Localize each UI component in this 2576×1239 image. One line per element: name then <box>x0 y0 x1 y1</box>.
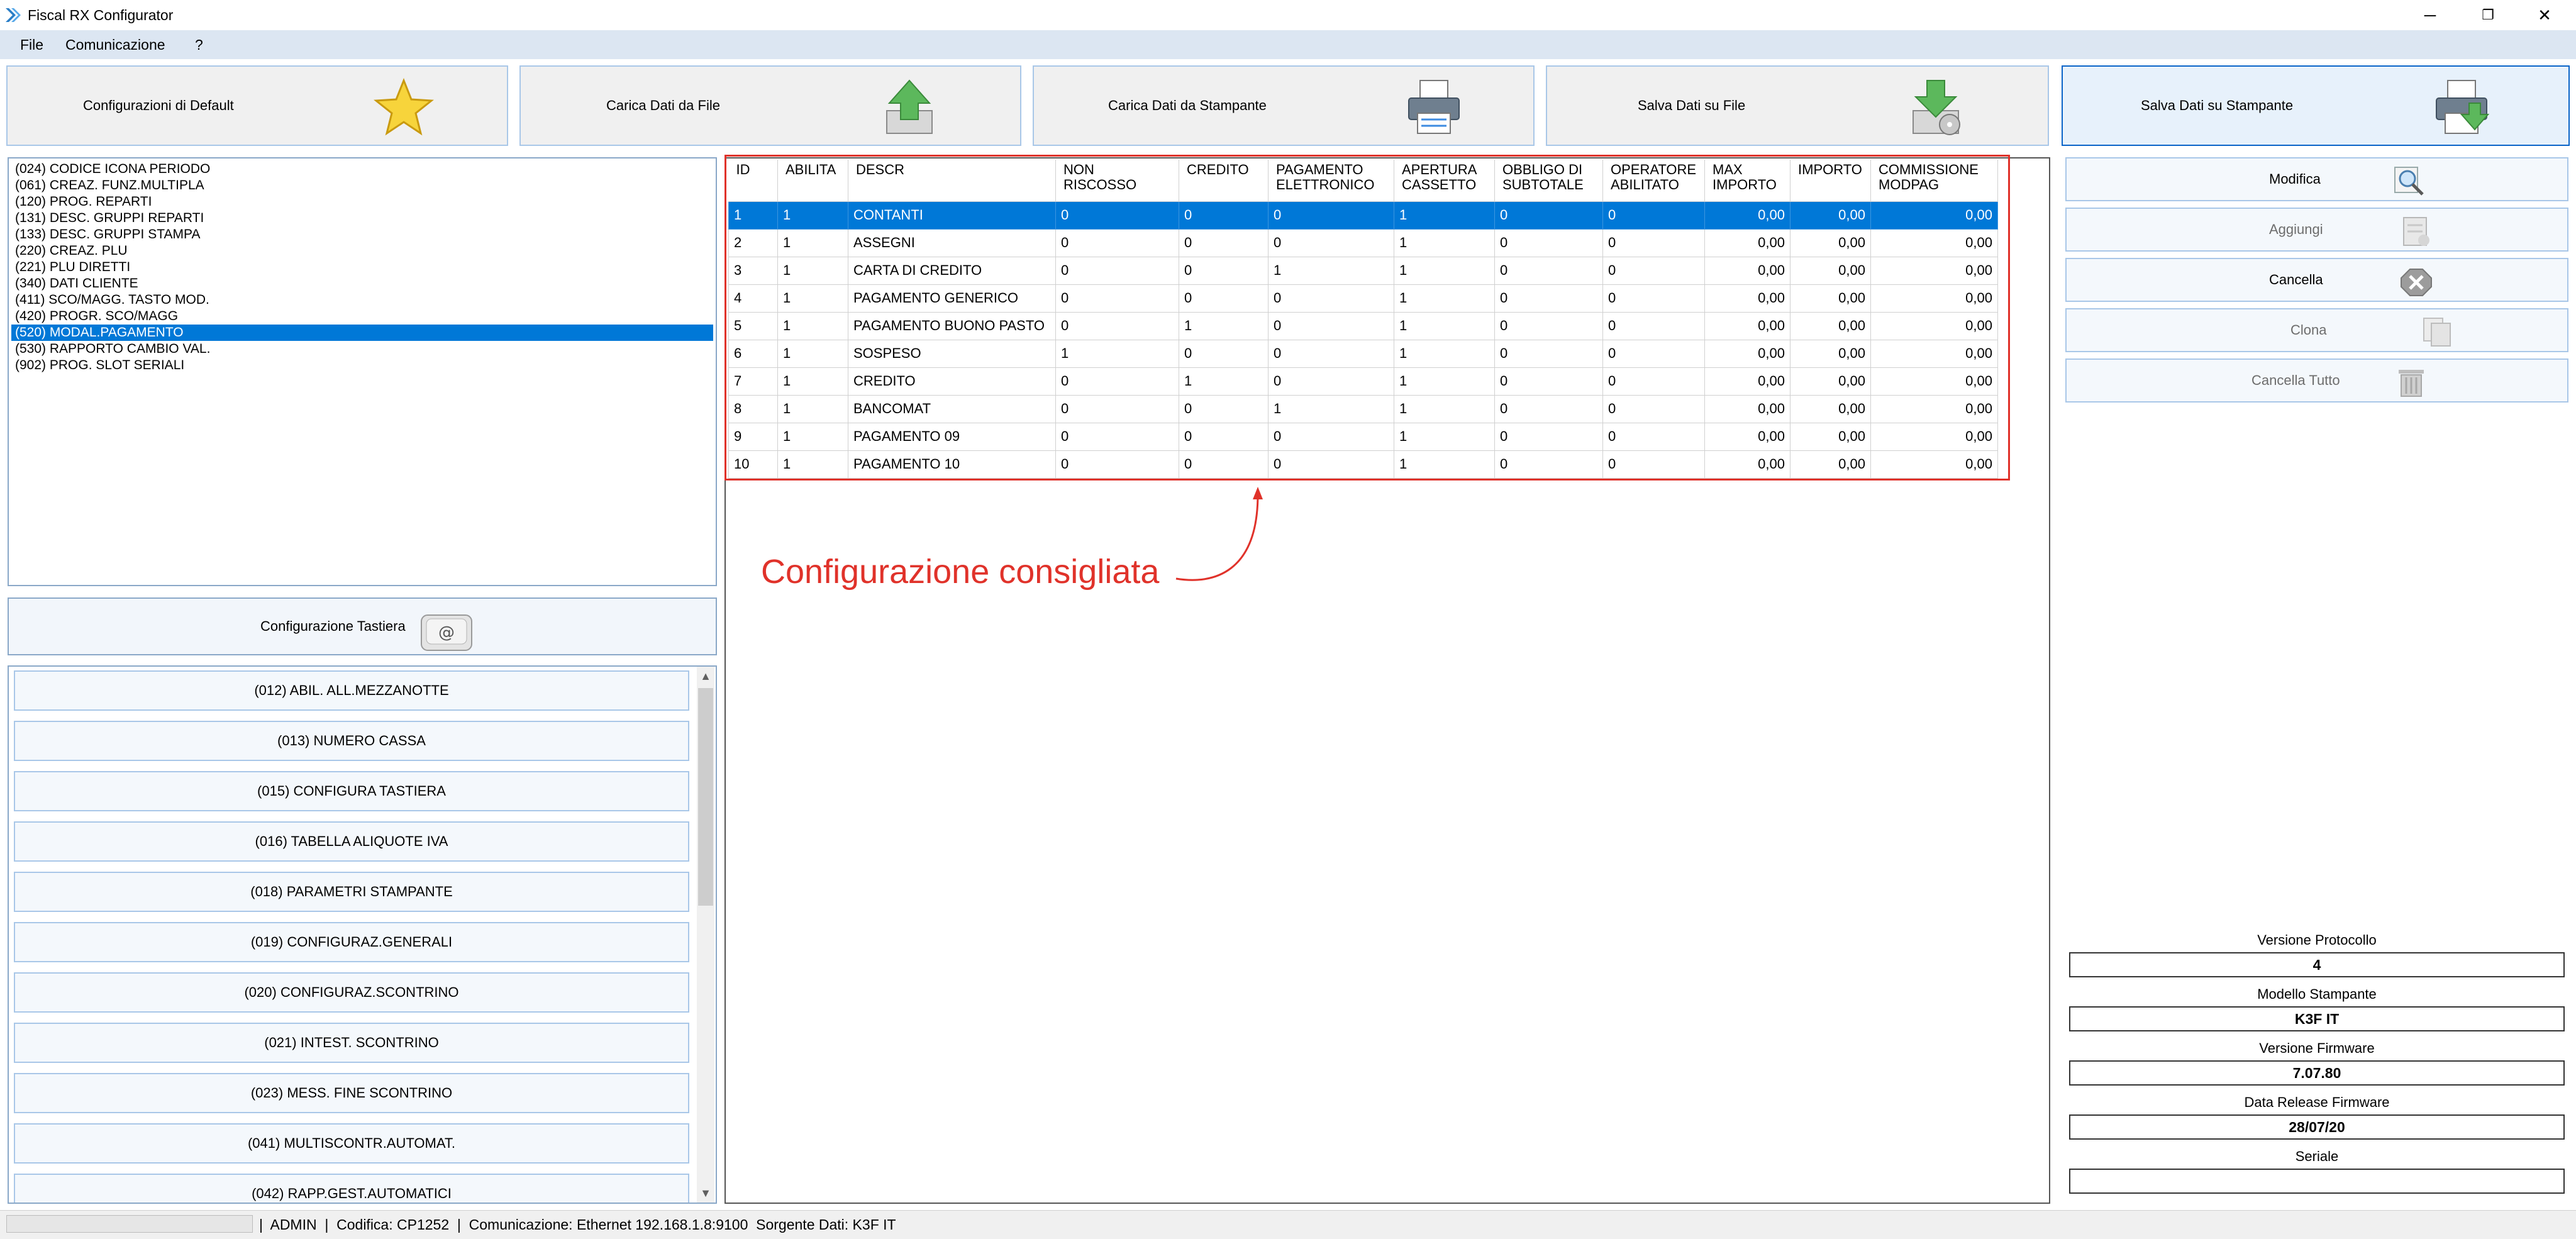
list-item[interactable]: (340) DATI CLIENTE <box>11 275 713 292</box>
delete-button[interactable]: Cancella <box>2065 258 2568 302</box>
save-disk-icon <box>1913 80 1960 135</box>
clone-documents-icon <box>2420 316 2455 348</box>
firmware-release-date-label: Data Release Firmware <box>2244 1094 2390 1110</box>
menu-bar <box>0 30 2576 59</box>
printer-model-field: K3F IT <box>2069 1006 2565 1031</box>
command-button[interactable]: (020) CONFIGURAZ.SCONTRINO <box>14 972 689 1013</box>
list-item[interactable]: (520) MODAL.PAGAMENTO <box>11 325 713 341</box>
command-button[interactable]: (015) CONFIGURA TASTIERA <box>14 771 689 811</box>
keyboard-key-icon: @ <box>421 614 472 651</box>
save-to-file-label: Salva Dati su File <box>1638 97 1746 113</box>
firmware-release-date-field: 28/07/20 <box>2069 1114 2565 1140</box>
star-icon <box>374 77 434 136</box>
delete-all-button[interactable]: Cancella Tutto <box>2065 358 2568 403</box>
save-to-file-button[interactable]: Salva Dati su File <box>1546 65 2049 146</box>
table-list[interactable]: (024) CODICE ICONA PERIODO (061) CREAZ. F… <box>8 157 717 586</box>
title-bar <box>0 0 2576 30</box>
scrollbar-thumb[interactable] <box>698 688 713 906</box>
upload-box-icon <box>886 79 933 134</box>
magnifier-icon <box>2392 165 2428 197</box>
protocol-version-field: 4 <box>2069 952 2565 977</box>
command-button[interactable]: (023) MESS. FINE SCONTRINO <box>14 1073 689 1113</box>
clone-button[interactable]: Clona <box>2065 308 2568 352</box>
save-to-printer-label: Salva Dati su Stampante <box>2141 97 2294 113</box>
load-from-printer-label: Carica Dati da Stampante <box>1108 97 1267 113</box>
scroll-down-arrow-icon[interactable]: ▼ <box>697 1184 714 1203</box>
progress-bar <box>6 1215 253 1233</box>
list-item[interactable]: (420) PROGR. SCO/MAGG <box>11 308 713 325</box>
load-from-printer-button[interactable]: Carica Dati da Stampante <box>1033 65 1535 146</box>
app-logo-icon <box>6 8 21 22</box>
add-button[interactable]: Aggiungi <box>2065 208 2568 252</box>
command-button[interactable]: (019) CONFIGURAZ.GENERALI <box>14 922 689 962</box>
default-config-label: Configurazioni di Default <box>83 97 234 113</box>
delete-label: Cancella <box>2269 272 2323 287</box>
window-title: Fiscal RX Configurator <box>28 7 174 23</box>
save-to-printer-button[interactable]: Salva Dati su Stampante <box>2062 65 2570 146</box>
annotation-arrow-icon <box>1175 487 1263 581</box>
command-button[interactable]: (012) ABIL. ALL.MEZZANOTTE <box>14 670 689 711</box>
add-label: Aggiungi <box>2269 221 2323 237</box>
list-item[interactable]: (411) SCO/MAGG. TASTO MOD. <box>11 292 713 308</box>
list-item[interactable]: (131) DESC. GRUPPI REPARTI <box>11 210 713 226</box>
load-from-file-button[interactable]: Carica Dati da File <box>519 65 1021 146</box>
restore-button[interactable]: ❐ <box>2459 0 2517 30</box>
delete-x-icon <box>2399 265 2434 298</box>
printer-model-label: Modello Stampante <box>2257 986 2377 1002</box>
command-button[interactable]: (013) NUMERO CASSA <box>14 721 689 761</box>
menu-help[interactable]: ? <box>195 34 203 56</box>
commands-panel: (012) ABIL. ALL.MEZZANOTTE (013) NUMERO C… <box>8 665 717 1204</box>
add-document-icon <box>2397 215 2433 248</box>
command-button[interactable]: (041) MULTISCONTR.AUTOMAT. <box>14 1123 689 1164</box>
menu-file[interactable]: File <box>20 34 43 56</box>
printer-download-icon <box>2436 80 2490 134</box>
command-button[interactable]: (018) PARAMETRI STAMPANTE <box>14 872 689 912</box>
list-item[interactable]: (530) RAPPORTO CAMBIO VAL. <box>11 341 713 357</box>
default-config-button[interactable]: Configurazioni di Default <box>6 65 508 146</box>
list-item[interactable]: (221) PLU DIRETTI <box>11 259 713 275</box>
protocol-version-label: Versione Protocollo <box>2257 932 2377 948</box>
modify-button[interactable]: Modifica <box>2065 157 2568 201</box>
svg-text:@: @ <box>438 623 455 642</box>
keyboard-config-button[interactable]: Configurazione Tastiera @ <box>8 597 717 655</box>
scroll-up-arrow-icon[interactable]: ▲ <box>697 667 714 686</box>
printer-icon <box>1408 80 1460 134</box>
serial-number-field <box>2069 1169 2565 1194</box>
list-item[interactable]: (120) PROG. REPARTI <box>11 194 713 210</box>
list-item[interactable]: (024) CODICE ICONA PERIODO <box>11 161 713 177</box>
command-button[interactable]: (021) INTEST. SCONTRINO <box>14 1023 689 1063</box>
list-item[interactable]: (133) DESC. GRUPPI STAMPA <box>11 226 713 243</box>
list-item[interactable]: (220) CREAZ. PLU <box>11 243 713 259</box>
annotation-text: Configurazione consigliata <box>761 553 1160 591</box>
keyboard-config-label: Configurazione Tastiera <box>260 618 406 634</box>
minimize-button[interactable]: ─ <box>2401 0 2459 30</box>
list-item[interactable]: (902) PROG. SLOT SERIALI <box>11 357 713 374</box>
status-text: | ADMIN | Codifica: CP1252 | Comunicazio… <box>259 1216 896 1233</box>
close-button[interactable]: ✕ <box>2516 0 2573 30</box>
firmware-version-label: Versione Firmware <box>2259 1040 2375 1056</box>
menu-comunicazione[interactable]: Comunicazione <box>65 34 165 56</box>
load-from-file-label: Carica Dati da File <box>606 97 720 113</box>
command-button[interactable]: (042) RAPP.GEST.AUTOMATICI <box>14 1174 689 1203</box>
highlight-outline <box>724 155 2010 481</box>
trash-icon <box>2394 366 2429 399</box>
delete-all-label: Cancella Tutto <box>2251 372 2340 388</box>
firmware-version-field: 7.07.80 <box>2069 1060 2565 1086</box>
serial-number-label: Seriale <box>2295 1148 2339 1164</box>
command-button[interactable]: (016) TABELLA ALIQUOTE IVA <box>14 821 689 862</box>
modify-label: Modifica <box>2269 171 2321 187</box>
clone-label: Clona <box>2290 322 2327 338</box>
list-item[interactable]: (061) CREAZ. FUNZ.MULTIPLA <box>11 177 713 194</box>
